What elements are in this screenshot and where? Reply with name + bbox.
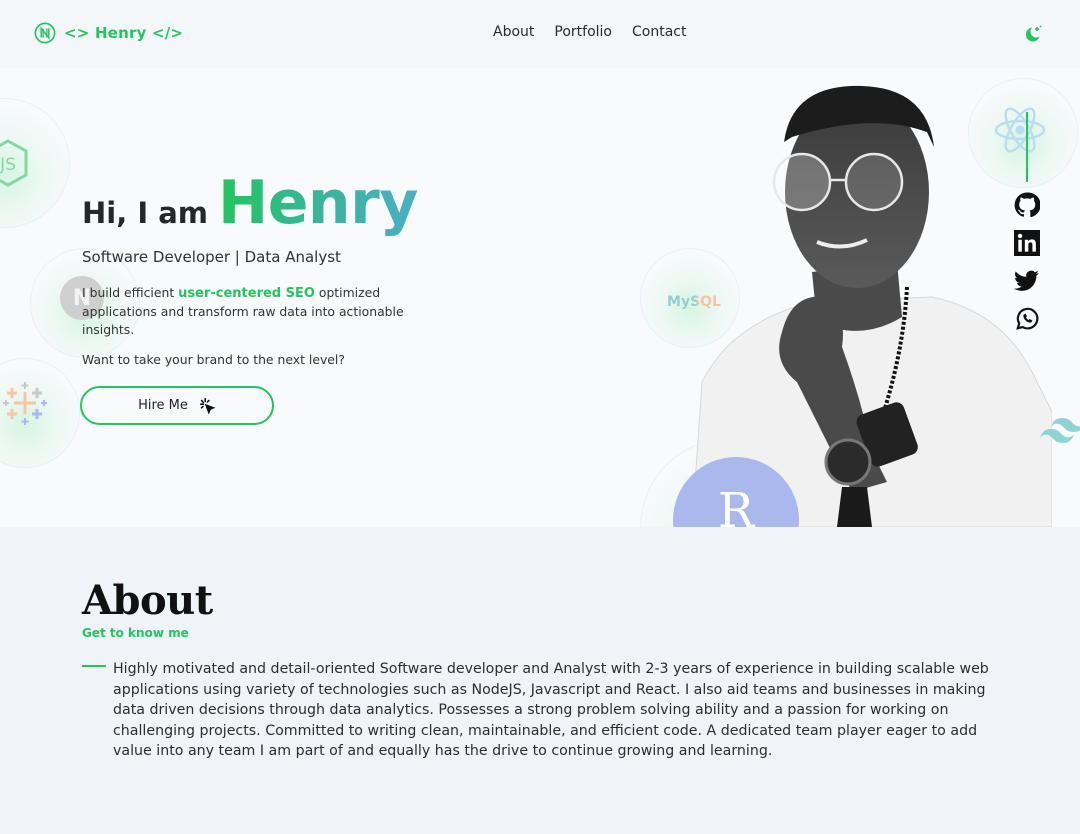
nav-portfolio[interactable]: Portfolio xyxy=(554,24,612,40)
main-nav: About Portfolio Contact xyxy=(493,24,686,40)
tableau-icon xyxy=(2,380,48,426)
whatsapp-icon[interactable] xyxy=(1014,306,1040,332)
moon-stars-icon xyxy=(1025,25,1042,42)
greeting-text: Hi, I am xyxy=(82,196,208,230)
tailwind-icon xyxy=(1040,412,1080,448)
linkedin-icon[interactable] xyxy=(1014,230,1040,256)
about-subtitle: Get to know me xyxy=(82,626,189,640)
r-label: R xyxy=(717,483,755,527)
about-accent-dash xyxy=(82,665,106,667)
hero-heading: Hi, I am Henry xyxy=(82,168,418,238)
intro-text-start: I build efficient xyxy=(82,285,179,300)
about-body: Highly motivated and detail-oriented Sof… xyxy=(113,661,989,759)
twitter-icon[interactable] xyxy=(1014,268,1040,294)
theme-toggle-button[interactable] xyxy=(1023,24,1043,44)
github-icon[interactable] xyxy=(1014,192,1040,218)
hire-me-button[interactable]: Hire Me xyxy=(80,386,274,425)
about-title: About xyxy=(82,577,213,624)
social-links xyxy=(1014,112,1040,338)
svg-text:JS: JS xyxy=(0,155,16,175)
logo[interactable]: <> Henry </> xyxy=(34,22,183,44)
hero-name: Henry xyxy=(218,168,418,238)
site-header: <> Henry </> About Portfolio Contact xyxy=(0,0,1080,68)
mysql-icon: MySQL xyxy=(664,282,724,322)
cta-question: Want to take your brand to the next leve… xyxy=(82,352,345,367)
hero-section: JS N Hi, I am Henry Software Developer |… xyxy=(0,68,1080,527)
hero-intro: I build efficient user-centered SEO opti… xyxy=(82,284,412,339)
nodejs-icon: JS xyxy=(0,138,30,188)
nav-contact[interactable]: Contact xyxy=(632,24,686,40)
social-divider-line xyxy=(1026,112,1028,182)
logo-mark-icon xyxy=(34,22,56,44)
nav-about[interactable]: About xyxy=(493,24,534,40)
mysql-label: MySQL xyxy=(667,294,721,310)
hero-role: Software Developer | Data Analyst xyxy=(82,248,341,266)
about-section: About Get to know me Highly motivated an… xyxy=(0,527,1080,834)
logo-text: <> Henry </> xyxy=(64,24,184,42)
cursor-click-icon xyxy=(199,397,216,414)
intro-highlight: user-centered SEO xyxy=(178,286,315,301)
hire-me-label: Hire Me xyxy=(138,398,188,413)
